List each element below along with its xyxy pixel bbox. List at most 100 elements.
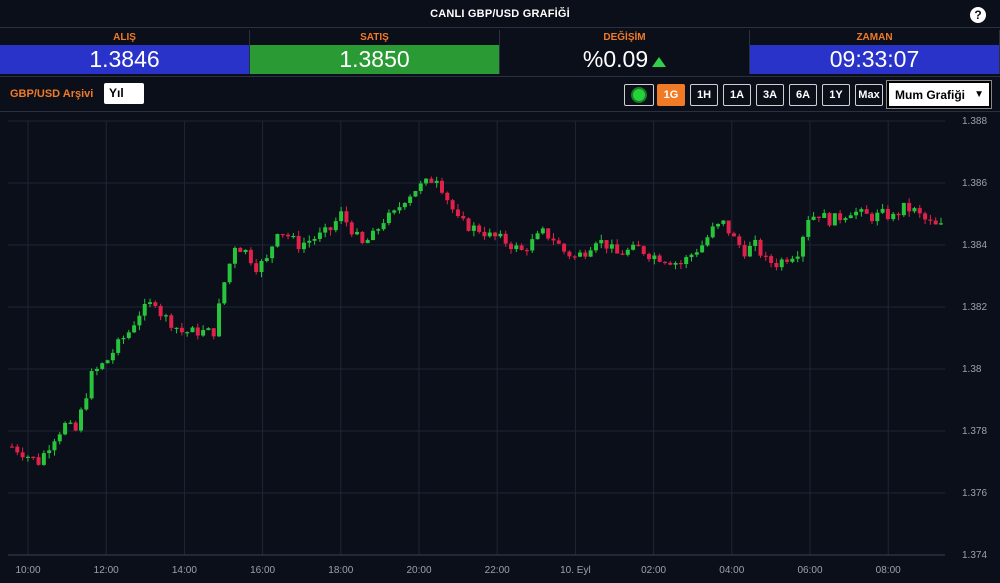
candle-up — [376, 229, 381, 231]
candle-down — [461, 216, 466, 219]
candle-down — [742, 245, 747, 257]
x-tick-label: 10. Eyl — [560, 565, 591, 576]
candle-up — [705, 237, 710, 246]
candle-down — [450, 200, 455, 210]
candle-up — [402, 203, 407, 208]
candle-down — [657, 255, 662, 262]
range-1y-button[interactable]: 1Y — [822, 84, 850, 106]
candle-up — [121, 338, 126, 340]
candle-up — [530, 239, 535, 251]
year-selector[interactable]: Yıl — [104, 83, 144, 104]
candle-down — [15, 446, 20, 453]
range-3a-button[interactable]: 3A — [756, 84, 784, 106]
candle-down — [928, 219, 933, 221]
candle-up — [588, 250, 593, 257]
candle-down — [907, 202, 912, 212]
range-1h-button[interactable]: 1H — [690, 84, 718, 106]
candle-down — [885, 208, 890, 220]
candle-up — [68, 422, 73, 424]
candle-down — [360, 231, 365, 244]
candle-up — [397, 207, 402, 211]
candle-up — [854, 211, 859, 216]
candle-up — [408, 196, 413, 204]
candle-up — [275, 234, 280, 247]
candle-up — [418, 183, 423, 192]
candle-up — [689, 254, 694, 258]
candle-up — [880, 208, 885, 213]
candle-down — [758, 239, 763, 256]
y-tick-label: 1.38 — [962, 364, 982, 375]
candle-down — [551, 238, 556, 241]
range-1g-button[interactable]: 1G — [657, 84, 685, 106]
candle-up — [843, 218, 848, 221]
page-title: CANLI GBP/USD GRAFİĞİ — [430, 7, 570, 20]
y-axis: 1.374 1.376 1.378 1.38 1.382 1.384 1.386 1.388 — [962, 116, 987, 561]
range-1a-button[interactable]: 1A — [723, 84, 751, 106]
candle-down — [567, 251, 572, 257]
candle-down — [726, 220, 731, 234]
candle-up — [832, 213, 837, 226]
candle-up — [848, 215, 853, 219]
candle-down — [838, 213, 843, 221]
candle-down — [445, 192, 450, 201]
candle-up — [811, 216, 816, 220]
candle-up — [891, 213, 896, 220]
candle-up — [694, 252, 699, 255]
candle-up — [206, 328, 211, 331]
y-tick-label: 1.382 — [962, 302, 987, 313]
y-tick-label: 1.386 — [962, 178, 987, 189]
bid-label: ALIŞ — [113, 32, 136, 43]
candle-up — [201, 330, 206, 336]
candle-up — [912, 208, 917, 212]
candle-up — [137, 315, 142, 326]
candle-up — [243, 249, 248, 253]
candle-up — [875, 212, 880, 222]
candle-up — [631, 244, 636, 250]
candle-up — [514, 245, 519, 250]
candle-down — [429, 178, 434, 183]
candle-down — [641, 246, 646, 254]
x-tick-label: 14:00 — [172, 565, 197, 576]
candle-up — [100, 363, 105, 369]
chevron-down-icon: ▼ — [974, 89, 984, 100]
candle-up — [710, 226, 715, 238]
candle-up — [264, 258, 269, 262]
candle-up — [47, 450, 52, 454]
candle-up — [270, 246, 275, 259]
candle-down — [153, 302, 158, 306]
candle-up — [148, 302, 153, 304]
chart-grid — [8, 120, 945, 556]
candle-up — [790, 258, 795, 262]
candle-down — [466, 218, 471, 231]
candle-down — [238, 247, 243, 253]
candle-up — [578, 252, 583, 257]
candle-up — [63, 422, 68, 435]
candle-down — [439, 180, 444, 193]
candle-up — [116, 339, 121, 353]
candle-down — [493, 232, 498, 237]
candle-down — [785, 259, 790, 262]
candle-up — [41, 453, 46, 465]
help-icon[interactable]: ? — [970, 7, 986, 23]
x-axis: 10:00 12:00 14:00 16:00 18:00 20:00 22:00 10. E… — [8, 554, 945, 576]
candle-up — [859, 209, 864, 212]
range-6a-button[interactable]: 6A — [789, 84, 817, 106]
candlestick-chart[interactable]: 1.3741.3761.3781.381.3821.3841.3861.388 … — [0, 113, 1000, 583]
candle-up — [365, 240, 370, 244]
candle-down — [827, 213, 832, 226]
chart-type-select[interactable]: Mum Grafiği ▼ — [886, 80, 992, 109]
candle-up — [25, 456, 30, 458]
candle-up — [105, 360, 110, 364]
candle-up — [110, 352, 115, 361]
live-toggle-button[interactable] — [624, 84, 654, 106]
range-max-button[interactable]: Max — [855, 84, 883, 106]
y-tick-label: 1.384 — [962, 240, 987, 251]
candle-up — [84, 398, 89, 410]
bid-value: 1.3846 — [0, 45, 249, 74]
x-tick-label: 22:00 — [485, 565, 510, 576]
candle-up — [291, 235, 296, 238]
candle-down — [509, 243, 514, 250]
x-tick-label: 06:00 — [797, 565, 822, 576]
candle-up — [227, 263, 232, 283]
candle-up — [593, 243, 598, 251]
